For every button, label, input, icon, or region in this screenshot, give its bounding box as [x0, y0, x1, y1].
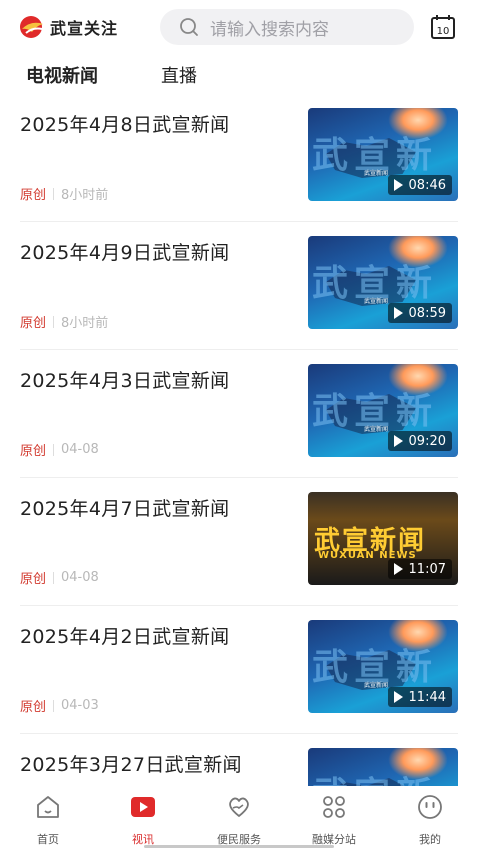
calendar-day: 10 [437, 26, 450, 37]
news-title: 2025年4月8日武宣新闻 [20, 114, 230, 136]
news-source: 原创 [20, 316, 47, 331]
news-thumbnail[interactable]: 武宣新闻 WUXUAN NEWS 11:07 [308, 492, 458, 585]
meta-divider [53, 443, 55, 456]
news-meta: 原创 04-08 [20, 568, 99, 587]
grid-icon [323, 796, 345, 818]
duration-badge: 11:44 [387, 687, 452, 707]
meta-divider [53, 699, 55, 712]
app-logo[interactable]: 武宣关注 [18, 12, 118, 42]
news-title: 2025年4月9日武宣新闻 [20, 242, 230, 264]
duration-badge: 08:46 [387, 175, 452, 195]
news-time: 8小时前 [61, 188, 109, 203]
play-icon [393, 307, 403, 319]
news-thumbnail[interactable]: 武宣新 武宣新闻 08:46 [308, 108, 458, 201]
logo-icon [20, 16, 43, 38]
news-source: 原创 [20, 188, 47, 203]
category-tabs: 电视新闻 直播 [0, 58, 478, 92]
bottom-nav: 首页 视讯 便民服务 融媒分站 我的 [0, 786, 478, 850]
duration-text: 11:44 [408, 689, 446, 705]
news-thumbnail[interactable]: 武宣新 武宣新闻 09:20 [308, 364, 458, 457]
news-title: 2025年3月27日武宣新闻 [20, 754, 242, 776]
tab-live[interactable]: 直播 [161, 62, 197, 88]
news-time: 04-03 [61, 698, 99, 713]
play-icon [393, 563, 403, 575]
home-icon [37, 796, 59, 818]
thumb-overlay-text: 武宣新 [312, 766, 438, 786]
news-time: 8小时前 [61, 316, 109, 331]
duration-badge: 08:59 [387, 303, 452, 323]
meta-divider [53, 315, 55, 328]
calendar-icon[interactable]: 10 [430, 14, 456, 40]
news-meta: 原创 04-03 [20, 696, 99, 715]
news-source: 原创 [20, 572, 47, 587]
home-indicator[interactable] [144, 845, 334, 848]
news-thumbnail[interactable]: 武宣新 武宣新闻 08:59 [308, 236, 458, 329]
nav-label: 首页 [37, 833, 59, 846]
news-meta: 原创 04-08 [20, 440, 99, 459]
news-item[interactable]: 2025年4月3日武宣新闻 原创 04-08 武宣新 武宣新闻 09:20 [0, 350, 478, 478]
nav-services[interactable]: 便民服务 [199, 792, 279, 847]
top-header: 武宣关注 请输入搜索内容 10 [0, 0, 478, 54]
search-icon [180, 18, 198, 36]
news-item[interactable]: 2025年4月2日武宣新闻 原创 04-03 武宣新 武宣新闻 11:44 [0, 606, 478, 734]
play-icon [393, 691, 403, 703]
duration-badge: 09:20 [387, 431, 452, 451]
news-item[interactable]: 2025年3月27日武宣新闻 武宣新 [0, 734, 478, 786]
heart-hand-icon [229, 797, 249, 817]
news-thumbnail[interactable]: 武宣新 [308, 748, 458, 786]
news-item[interactable]: 2025年4月9日武宣新闻 原创 8小时前 武宣新 武宣新闻 08:59 [0, 222, 478, 350]
news-title: 2025年4月2日武宣新闻 [20, 626, 230, 648]
news-time: 04-08 [61, 570, 99, 585]
news-item[interactable]: 2025年4月8日武宣新闻 原创 8小时前 武宣新 武宣新闻 08:46 [0, 94, 478, 222]
news-title: 2025年4月7日武宣新闻 [20, 498, 230, 520]
nav-stations[interactable]: 融媒分站 [294, 792, 374, 847]
duration-text: 08:59 [408, 305, 446, 321]
play-icon [393, 179, 403, 191]
nav-label: 我的 [419, 833, 441, 846]
news-source: 原创 [20, 700, 47, 715]
news-meta: 原创 8小时前 [20, 184, 108, 203]
news-meta: 原创 8小时前 [20, 312, 108, 331]
duration-text: 11:07 [408, 561, 446, 577]
thumb-sub-text: 武宣新闻 [364, 426, 389, 433]
video-play-icon [131, 797, 155, 817]
search-bar[interactable]: 请输入搜索内容 [160, 9, 414, 45]
tab-tv-news[interactable]: 电视新闻 [26, 62, 98, 88]
duration-text: 09:20 [408, 433, 446, 449]
play-icon [393, 435, 403, 447]
thumb-sub-text: 武宣新闻 [364, 170, 389, 177]
news-thumbnail[interactable]: 武宣新 武宣新闻 11:44 [308, 620, 458, 713]
nav-home[interactable]: 首页 [8, 792, 88, 847]
smile-face-icon [418, 795, 442, 819]
nav-video[interactable]: 视讯 [103, 792, 183, 847]
thumb-sub-text: 武宣新闻 [364, 682, 389, 689]
news-item[interactable]: 2025年4月7日武宣新闻 原创 04-08 武宣新闻 WUXUAN NEWS … [0, 478, 478, 606]
duration-badge: 11:07 [387, 559, 452, 579]
news-time: 04-08 [61, 442, 99, 457]
meta-divider [53, 187, 55, 200]
nav-profile[interactable]: 我的 [390, 792, 470, 847]
thumb-sub-text: 武宣新闻 [364, 298, 389, 305]
news-title: 2025年4月3日武宣新闻 [20, 370, 230, 392]
meta-divider [53, 571, 55, 584]
app-name: 武宣关注 [50, 19, 119, 38]
search-placeholder: 请输入搜索内容 [210, 19, 329, 40]
news-source: 原创 [20, 444, 47, 459]
duration-text: 08:46 [408, 177, 446, 193]
